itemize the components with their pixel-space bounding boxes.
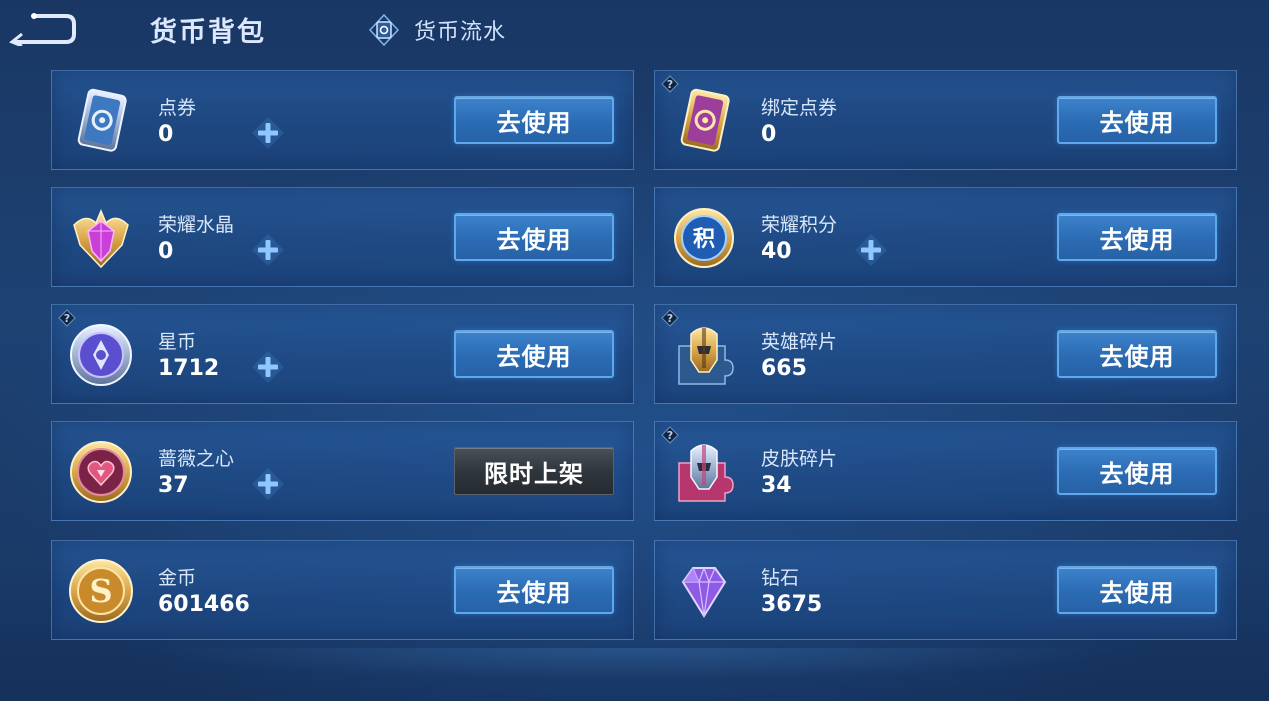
currency-card-glory-points: 积 荣耀积分 40 去使用	[654, 187, 1237, 287]
svg-text:积: 积	[693, 227, 715, 252]
currency-amount: 34	[761, 473, 792, 498]
currency-name: 钻石	[761, 567, 800, 589]
skin-fragment-icon	[678, 444, 734, 502]
currency-card-gold-coin: S 金币 601466 去使用	[51, 540, 634, 640]
currency-amount: 665	[761, 356, 807, 381]
bottom-glow-decoration	[0, 648, 1269, 701]
currency-name: 点券	[158, 97, 197, 119]
currency-flow-label: 货币流水	[414, 20, 507, 45]
currency-amount: 0	[761, 122, 777, 147]
diamond-icon	[681, 566, 727, 618]
currency-name: 星币	[158, 331, 197, 353]
currency-name: 英雄碎片	[761, 331, 838, 353]
currency-name: 金币	[158, 567, 197, 589]
add-plus-icon[interactable]	[853, 232, 889, 268]
use-button[interactable]: 去使用	[1057, 96, 1217, 144]
currency-amount: 1712	[158, 356, 220, 381]
glory-crystal-icon	[73, 209, 129, 269]
currency-name: 蔷薇之心	[158, 448, 235, 470]
currency-amount: 3675	[761, 592, 823, 617]
currency-card-rose-heart: 蔷薇之心 37 限时上架	[51, 421, 634, 521]
currency-card-diamond: 钻石 3675 去使用	[654, 540, 1237, 640]
currency-flow-link[interactable]: 货币流水	[368, 14, 506, 46]
currency-amount: 40	[761, 239, 792, 264]
currency-grid: 点券 0 去使用 绑定点券 0 去使用 荣耀水晶 0 去使用 积 荣耀积分 40…	[51, 70, 1237, 640]
add-plus-icon[interactable]	[250, 349, 286, 385]
use-button[interactable]: 去使用	[1057, 213, 1217, 261]
currency-amount: 0	[158, 122, 174, 147]
star-coin-icon	[70, 324, 132, 386]
currency-card-star-coin: 星币 1712 去使用	[51, 304, 634, 404]
hero-fragment-icon	[678, 327, 734, 385]
currency-amount: 601466	[158, 592, 250, 617]
currency-amount: 0	[158, 239, 174, 264]
top-bar: 货币背包 货币流水	[0, 0, 1269, 62]
gold-coin-icon: S	[69, 559, 133, 623]
bound-voucher-card-icon	[680, 88, 730, 152]
glory-points-icon: 积	[674, 208, 734, 268]
page-title: 货币背包	[150, 17, 266, 48]
add-plus-icon[interactable]	[250, 115, 286, 151]
currency-name: 绑定点券	[761, 97, 838, 119]
currency-name: 荣耀积分	[761, 214, 838, 236]
use-button[interactable]: 去使用	[1057, 330, 1217, 378]
use-button[interactable]: 去使用	[454, 566, 614, 614]
add-plus-icon[interactable]	[250, 232, 286, 268]
use-button[interactable]: 去使用	[454, 96, 614, 144]
currency-card-glory-crystal: 荣耀水晶 0 去使用	[51, 187, 634, 287]
svg-text:S: S	[89, 572, 112, 610]
currency-card-voucher: 点券 0 去使用	[51, 70, 634, 170]
currency-card-skin-fragment: 皮肤碎片 34 去使用	[654, 421, 1237, 521]
currency-name: 皮肤碎片	[761, 448, 838, 470]
limited-time-button[interactable]: 限时上架	[454, 447, 614, 495]
use-button[interactable]: 去使用	[1057, 447, 1217, 495]
back-arrow-icon[interactable]	[8, 12, 76, 46]
currency-card-bound-voucher: 绑定点券 0 去使用	[654, 70, 1237, 170]
use-button[interactable]: 去使用	[454, 213, 614, 261]
voucher-card-icon	[77, 88, 127, 152]
currency-amount: 37	[158, 473, 189, 498]
ledger-icon	[368, 14, 400, 46]
currency-name: 荣耀水晶	[158, 214, 235, 236]
use-button[interactable]: 去使用	[454, 330, 614, 378]
rose-heart-icon	[70, 441, 132, 503]
currency-card-hero-fragment: 英雄碎片 665 去使用	[654, 304, 1237, 404]
use-button[interactable]: 去使用	[1057, 566, 1217, 614]
add-plus-icon[interactable]	[250, 466, 286, 502]
